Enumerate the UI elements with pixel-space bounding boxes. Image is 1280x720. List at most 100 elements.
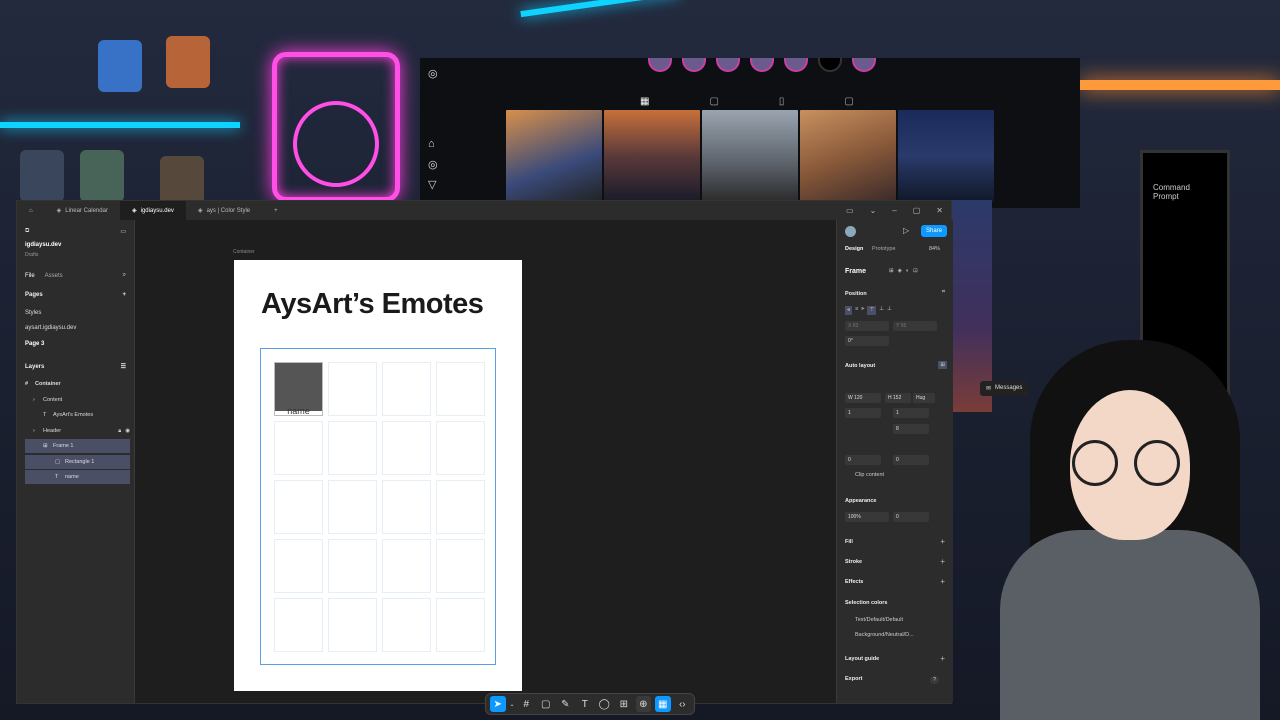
close-icon[interactable]: ✕	[936, 206, 943, 215]
text-tool-icon[interactable]: T	[577, 696, 593, 712]
artboard-container[interactable]: AysArt’s Emotes name	[234, 260, 522, 691]
emote-cell[interactable]	[436, 421, 485, 475]
page-item[interactable]: Styles	[25, 310, 126, 316]
tab-igdiaysu[interactable]: ◈ igdiaysu.dev	[119, 201, 186, 220]
emote-cell[interactable]	[328, 421, 377, 475]
sidebar-icon[interactable]: ▭	[846, 206, 854, 215]
align-right-icon[interactable]: ⫸	[861, 306, 864, 315]
frame-type-dropdown[interactable]: Frame	[845, 268, 866, 275]
move-tool-icon[interactable]: ➤	[490, 696, 506, 712]
layer-header[interactable]: › Header 🔒︎ ◉	[25, 424, 130, 438]
post-thumbnail[interactable]	[506, 110, 602, 202]
x-field[interactable]: X 83	[845, 321, 889, 331]
lock-icon[interactable]: 🔒︎	[118, 428, 121, 435]
selection-color-background[interactable]: Background/Neutral/D...	[855, 632, 914, 638]
search-icon[interactable]: ⌕	[123, 272, 126, 279]
shape-tool-icon[interactable]: ▢	[538, 696, 554, 712]
layer-frame-1[interactable]: ⊞ Frame 1	[25, 439, 130, 453]
selection-color-text[interactable]: Text/Default/Default	[855, 617, 903, 623]
design-mode-icon[interactable]: ▦	[655, 696, 671, 712]
rotation-field[interactable]: 0°	[845, 336, 889, 346]
emote-cell[interactable]	[328, 480, 377, 534]
story-avatar[interactable]	[784, 58, 808, 72]
avatar[interactable]	[845, 226, 856, 239]
post-thumbnail[interactable]	[702, 110, 798, 202]
frame-tools[interactable]: ⊞◈◐⊡	[889, 268, 922, 274]
story-avatar[interactable]	[750, 58, 774, 72]
spacing-field[interactable]: 8	[893, 424, 929, 434]
emote-cell[interactable]	[274, 598, 323, 652]
home-icon[interactable]: ⌂	[428, 138, 435, 150]
add-layout-guide-icon[interactable]: +	[940, 654, 945, 663]
emote-cell[interactable]	[328, 598, 377, 652]
align-left-icon[interactable]: ⫷	[845, 306, 853, 315]
tagged-icon[interactable]: ▢	[844, 96, 853, 107]
frame-tool-icon[interactable]: #	[519, 696, 535, 712]
emote-cell[interactable]	[274, 539, 323, 593]
emote-cell[interactable]	[436, 362, 485, 416]
padding-v-field[interactable]: 0	[893, 455, 929, 465]
home-tab[interactable]: ⌂	[17, 201, 45, 220]
add-stroke-icon[interactable]: +	[940, 557, 945, 566]
padding-h-field[interactable]: 0	[845, 455, 881, 465]
emote-cell[interactable]	[436, 598, 485, 652]
zoom-level[interactable]: 84%	[929, 246, 940, 252]
page-item[interactable]: aysart.igdiaysu.dev	[25, 325, 126, 331]
post-thumbnail[interactable]	[604, 110, 700, 202]
emote-cell-selected[interactable]: name	[274, 362, 323, 416]
constraints-icon[interactable]: ⌗	[942, 289, 945, 296]
emote-cell[interactable]	[382, 598, 431, 652]
bookmark-icon[interactable]: ▯	[779, 96, 785, 107]
send-icon[interactable]: ▽	[428, 178, 436, 191]
layer-container[interactable]: # Container	[25, 377, 130, 391]
code-icon[interactable]: ‹›	[675, 696, 691, 712]
story-avatar[interactable]	[852, 58, 876, 72]
layer-name-text[interactable]: T name	[25, 470, 130, 484]
reels-icon[interactable]: ◎	[428, 158, 438, 171]
share-button[interactable]: Share	[920, 225, 947, 237]
play-icon[interactable]: ▷	[903, 226, 909, 235]
emote-cell[interactable]	[382, 539, 431, 593]
emote-cell[interactable]	[274, 421, 323, 475]
sidebar-toggle-icon[interactable]: ▭	[120, 228, 126, 235]
tab-assets[interactable]: Assets	[45, 273, 63, 279]
tab-prototype[interactable]: Prototype	[872, 246, 896, 252]
maximize-icon[interactable]: ▢	[913, 206, 921, 215]
emote-cell[interactable]	[382, 362, 431, 416]
layers-list-icon[interactable]: ☰	[121, 363, 126, 370]
emote-placeholder-rect[interactable]	[275, 363, 322, 411]
emote-cell[interactable]	[382, 480, 431, 534]
clip-content-label[interactable]: Clip content	[855, 472, 884, 478]
emote-cell[interactable]	[436, 539, 485, 593]
align-top-icon[interactable]: ⊤	[867, 306, 877, 315]
tab-color-style[interactable]: ◈ ays | Color Style	[186, 201, 262, 220]
emote-cell[interactable]	[328, 362, 377, 416]
layer-content[interactable]: › Content	[25, 393, 130, 407]
grid-rows-field[interactable]: 1	[893, 408, 929, 418]
layer-rectangle-1[interactable]: ▢ Rectangle 1	[25, 455, 130, 469]
project-name[interactable]: igdiaysu.dev	[25, 242, 126, 248]
grid-columns-field[interactable]: 1	[845, 408, 881, 418]
post-thumbnail[interactable]	[800, 110, 896, 202]
emote-name-label[interactable]: name	[275, 406, 322, 416]
emote-cell[interactable]	[436, 480, 485, 534]
help-button[interactable]: ?	[929, 676, 939, 684]
add-fill-icon[interactable]: +	[940, 537, 945, 546]
story-avatar[interactable]	[682, 58, 706, 72]
resources-icon[interactable]: ⊞	[616, 696, 632, 712]
tab-file[interactable]: File	[25, 273, 35, 279]
tab-design[interactable]: Design	[845, 246, 863, 252]
emote-cell[interactable]	[328, 539, 377, 593]
auto-layout-settings-icon[interactable]: ⊞	[938, 361, 947, 369]
emote-cell[interactable]	[274, 480, 323, 534]
new-tab-button[interactable]: +	[262, 201, 290, 220]
hug-dropdown[interactable]: Hug	[913, 393, 935, 403]
tab-linear-calendar[interactable]: ◈ Linear Calendar	[45, 201, 120, 220]
story-avatar[interactable]	[648, 58, 672, 72]
story-avatar[interactable]	[818, 58, 842, 72]
frame-label[interactable]: Container	[233, 249, 255, 255]
width-field[interactable]: W 120	[845, 393, 881, 403]
instagram-icon[interactable]: ◎	[428, 67, 438, 80]
canvas[interactable]: Container AysArt’s Emotes name ➤ ⌄ # ▢ ✎…	[135, 220, 836, 715]
chevron-down-icon[interactable]: ⌄	[510, 701, 515, 708]
